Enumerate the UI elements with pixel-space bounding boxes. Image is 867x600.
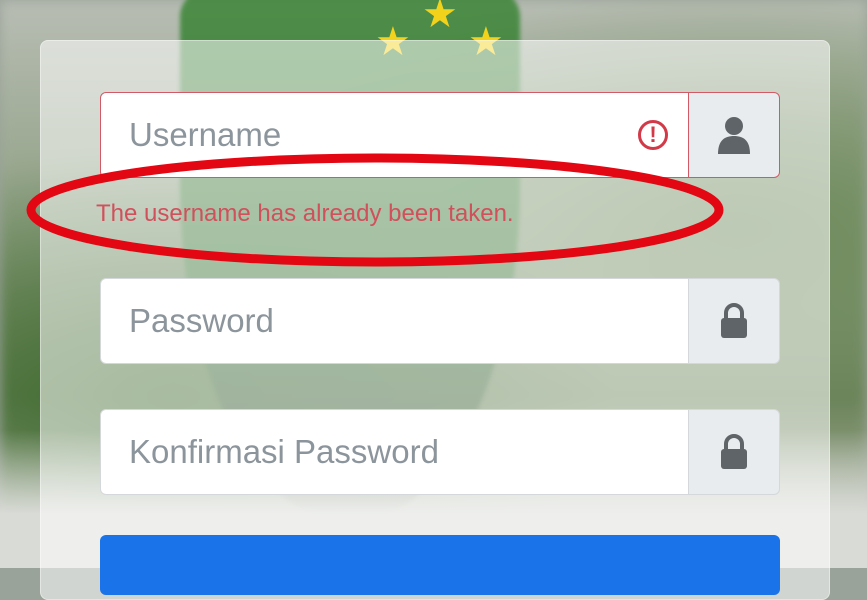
lock-icon-addon [689,409,780,495]
password-input[interactable]: Password [100,278,689,364]
user-icon [718,117,750,154]
lock-icon [721,303,747,338]
confirm-password-placeholder: Konfirmasi Password [129,433,439,470]
username-placeholder: Username [129,116,282,153]
password-field-group: Password [100,278,780,364]
lock-icon-addon [689,278,780,364]
confirm-password-input[interactable]: Konfirmasi Password [100,409,689,495]
password-placeholder: Password [129,302,274,339]
star-icon: ★ [422,0,458,36]
exclamation-circle-icon: ! [638,120,668,150]
red-annotation-ellipse [26,153,724,267]
confirm-password-field-group: Konfirmasi Password [100,409,780,495]
lock-icon [721,434,747,469]
register-button[interactable] [100,535,780,595]
